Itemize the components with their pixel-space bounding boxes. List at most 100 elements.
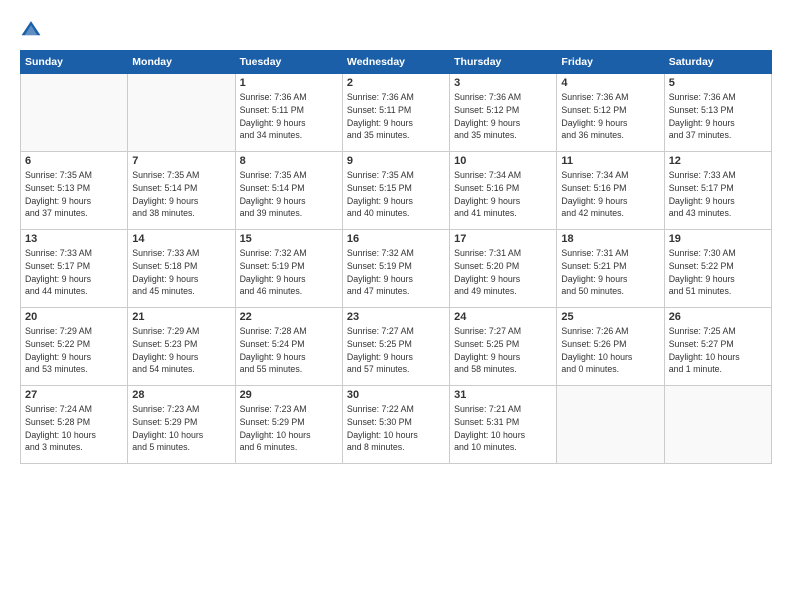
day-number: 28	[132, 389, 230, 401]
day-of-week-header: Thursday	[450, 51, 557, 74]
calendar-cell: 7 Sunrise: 7:35 AM Sunset: 5:14 PM Daylig…	[128, 152, 235, 230]
calendar-cell: 21 Sunrise: 7:29 AM Sunset: 5:23 PM Dayli…	[128, 308, 235, 386]
page: SundayMondayTuesdayWednesdayThursdayFrid…	[0, 0, 792, 612]
day-number: 4	[561, 77, 659, 89]
day-info: Sunrise: 7:27 AM Sunset: 5:25 PM Dayligh…	[454, 325, 552, 376]
calendar-cell: 24 Sunrise: 7:27 AM Sunset: 5:25 PM Dayli…	[450, 308, 557, 386]
day-number: 22	[240, 311, 338, 323]
calendar-cell	[557, 386, 664, 464]
calendar-cell: 30 Sunrise: 7:22 AM Sunset: 5:30 PM Dayli…	[342, 386, 449, 464]
day-number: 19	[669, 233, 767, 245]
day-info: Sunrise: 7:31 AM Sunset: 5:20 PM Dayligh…	[454, 247, 552, 298]
day-number: 6	[25, 155, 123, 167]
day-number: 30	[347, 389, 445, 401]
day-number: 7	[132, 155, 230, 167]
calendar-cell: 13 Sunrise: 7:33 AM Sunset: 5:17 PM Dayli…	[21, 230, 128, 308]
day-info: Sunrise: 7:32 AM Sunset: 5:19 PM Dayligh…	[240, 247, 338, 298]
day-number: 9	[347, 155, 445, 167]
day-info: Sunrise: 7:35 AM Sunset: 5:14 PM Dayligh…	[132, 169, 230, 220]
calendar-cell	[664, 386, 771, 464]
calendar-cell: 28 Sunrise: 7:23 AM Sunset: 5:29 PM Dayli…	[128, 386, 235, 464]
day-info: Sunrise: 7:34 AM Sunset: 5:16 PM Dayligh…	[454, 169, 552, 220]
day-info: Sunrise: 7:36 AM Sunset: 5:12 PM Dayligh…	[454, 91, 552, 142]
calendar-cell	[128, 74, 235, 152]
calendar-cell: 6 Sunrise: 7:35 AM Sunset: 5:13 PM Daylig…	[21, 152, 128, 230]
calendar-cell: 22 Sunrise: 7:28 AM Sunset: 5:24 PM Dayli…	[235, 308, 342, 386]
calendar-week-row: 20Sunrise: 7:29 AM Sunset: 5:22 PM Dayli…	[21, 308, 772, 386]
calendar-cell: 4 Sunrise: 7:36 AM Sunset: 5:12 PM Daylig…	[557, 74, 664, 152]
day-info: Sunrise: 7:33 AM Sunset: 5:17 PM Dayligh…	[25, 247, 123, 298]
calendar-header-row: SundayMondayTuesdayWednesdayThursdayFrid…	[21, 51, 772, 74]
day-info: Sunrise: 7:35 AM Sunset: 5:14 PM Dayligh…	[240, 169, 338, 220]
calendar-cell: 8 Sunrise: 7:35 AM Sunset: 5:14 PM Daylig…	[235, 152, 342, 230]
day-number: 14	[132, 233, 230, 245]
day-number: 23	[347, 311, 445, 323]
day-number: 17	[454, 233, 552, 245]
day-of-week-header: Saturday	[664, 51, 771, 74]
day-info: Sunrise: 7:33 AM Sunset: 5:17 PM Dayligh…	[669, 169, 767, 220]
calendar-cell: 12 Sunrise: 7:33 AM Sunset: 5:17 PM Dayli…	[664, 152, 771, 230]
day-number: 3	[454, 77, 552, 89]
day-info: Sunrise: 7:23 AM Sunset: 5:29 PM Dayligh…	[132, 403, 230, 454]
calendar-cell: 23Sunrise: 7:27 AM Sunset: 5:25 PM Dayli…	[342, 308, 449, 386]
day-info: Sunrise: 7:24 AM Sunset: 5:28 PM Dayligh…	[25, 403, 123, 454]
day-number: 15	[240, 233, 338, 245]
day-number: 29	[240, 389, 338, 401]
calendar-week-row: 6 Sunrise: 7:35 AM Sunset: 5:13 PM Daylig…	[21, 152, 772, 230]
day-number: 10	[454, 155, 552, 167]
day-info: Sunrise: 7:33 AM Sunset: 5:18 PM Dayligh…	[132, 247, 230, 298]
day-number: 24	[454, 311, 552, 323]
day-info: Sunrise: 7:36 AM Sunset: 5:13 PM Dayligh…	[669, 91, 767, 142]
day-info: Sunrise: 7:30 AM Sunset: 5:22 PM Dayligh…	[669, 247, 767, 298]
day-number: 20	[25, 311, 123, 323]
day-info: Sunrise: 7:25 AM Sunset: 5:27 PM Dayligh…	[669, 325, 767, 376]
day-of-week-header: Friday	[557, 51, 664, 74]
day-info: Sunrise: 7:22 AM Sunset: 5:30 PM Dayligh…	[347, 403, 445, 454]
calendar-week-row: 27 Sunrise: 7:24 AM Sunset: 5:28 PM Dayli…	[21, 386, 772, 464]
calendar-cell: 9 Sunrise: 7:35 AM Sunset: 5:15 PM Daylig…	[342, 152, 449, 230]
calendar-cell: 15 Sunrise: 7:32 AM Sunset: 5:19 PM Dayli…	[235, 230, 342, 308]
calendar-table: SundayMondayTuesdayWednesdayThursdayFrid…	[20, 50, 772, 464]
day-number: 27	[25, 389, 123, 401]
day-of-week-header: Sunday	[21, 51, 128, 74]
day-number: 1	[240, 77, 338, 89]
calendar-cell: 11Sunrise: 7:34 AM Sunset: 5:16 PM Dayli…	[557, 152, 664, 230]
calendar-cell: 25 Sunrise: 7:26 AM Sunset: 5:26 PM Dayli…	[557, 308, 664, 386]
calendar-cell: 5Sunrise: 7:36 AM Sunset: 5:13 PM Daylig…	[664, 74, 771, 152]
calendar-cell: 27 Sunrise: 7:24 AM Sunset: 5:28 PM Dayli…	[21, 386, 128, 464]
day-number: 12	[669, 155, 767, 167]
calendar-cell: 20Sunrise: 7:29 AM Sunset: 5:22 PM Dayli…	[21, 308, 128, 386]
day-info: Sunrise: 7:28 AM Sunset: 5:24 PM Dayligh…	[240, 325, 338, 376]
calendar-cell: 29 Sunrise: 7:23 AM Sunset: 5:29 PM Dayli…	[235, 386, 342, 464]
calendar-cell: 26Sunrise: 7:25 AM Sunset: 5:27 PM Dayli…	[664, 308, 771, 386]
day-info: Sunrise: 7:34 AM Sunset: 5:16 PM Dayligh…	[561, 169, 659, 220]
day-info: Sunrise: 7:23 AM Sunset: 5:29 PM Dayligh…	[240, 403, 338, 454]
day-info: Sunrise: 7:31 AM Sunset: 5:21 PM Dayligh…	[561, 247, 659, 298]
day-number: 21	[132, 311, 230, 323]
calendar-week-row: 1 Sunrise: 7:36 AM Sunset: 5:11 PM Daylig…	[21, 74, 772, 152]
logo	[20, 18, 46, 40]
calendar-cell: 10 Sunrise: 7:34 AM Sunset: 5:16 PM Dayli…	[450, 152, 557, 230]
day-number: 2	[347, 77, 445, 89]
day-info: Sunrise: 7:36 AM Sunset: 5:12 PM Dayligh…	[561, 91, 659, 142]
day-number: 18	[561, 233, 659, 245]
day-info: Sunrise: 7:35 AM Sunset: 5:13 PM Dayligh…	[25, 169, 123, 220]
day-number: 31	[454, 389, 552, 401]
day-info: Sunrise: 7:36 AM Sunset: 5:11 PM Dayligh…	[240, 91, 338, 142]
day-number: 13	[25, 233, 123, 245]
day-info: Sunrise: 7:29 AM Sunset: 5:23 PM Dayligh…	[132, 325, 230, 376]
calendar-cell: 3 Sunrise: 7:36 AM Sunset: 5:12 PM Daylig…	[450, 74, 557, 152]
day-info: Sunrise: 7:36 AM Sunset: 5:11 PM Dayligh…	[347, 91, 445, 142]
day-number: 25	[561, 311, 659, 323]
logo-icon	[20, 18, 42, 40]
day-info: Sunrise: 7:21 AM Sunset: 5:31 PM Dayligh…	[454, 403, 552, 454]
day-info: Sunrise: 7:26 AM Sunset: 5:26 PM Dayligh…	[561, 325, 659, 376]
calendar-cell: 16Sunrise: 7:32 AM Sunset: 5:19 PM Dayli…	[342, 230, 449, 308]
calendar-cell: 18 Sunrise: 7:31 AM Sunset: 5:21 PM Dayli…	[557, 230, 664, 308]
calendar-cell: 17 Sunrise: 7:31 AM Sunset: 5:20 PM Dayli…	[450, 230, 557, 308]
calendar-cell: 14 Sunrise: 7:33 AM Sunset: 5:18 PM Dayli…	[128, 230, 235, 308]
day-of-week-header: Monday	[128, 51, 235, 74]
day-info: Sunrise: 7:35 AM Sunset: 5:15 PM Dayligh…	[347, 169, 445, 220]
calendar-cell: 19 Sunrise: 7:30 AM Sunset: 5:22 PM Dayli…	[664, 230, 771, 308]
day-number: 8	[240, 155, 338, 167]
